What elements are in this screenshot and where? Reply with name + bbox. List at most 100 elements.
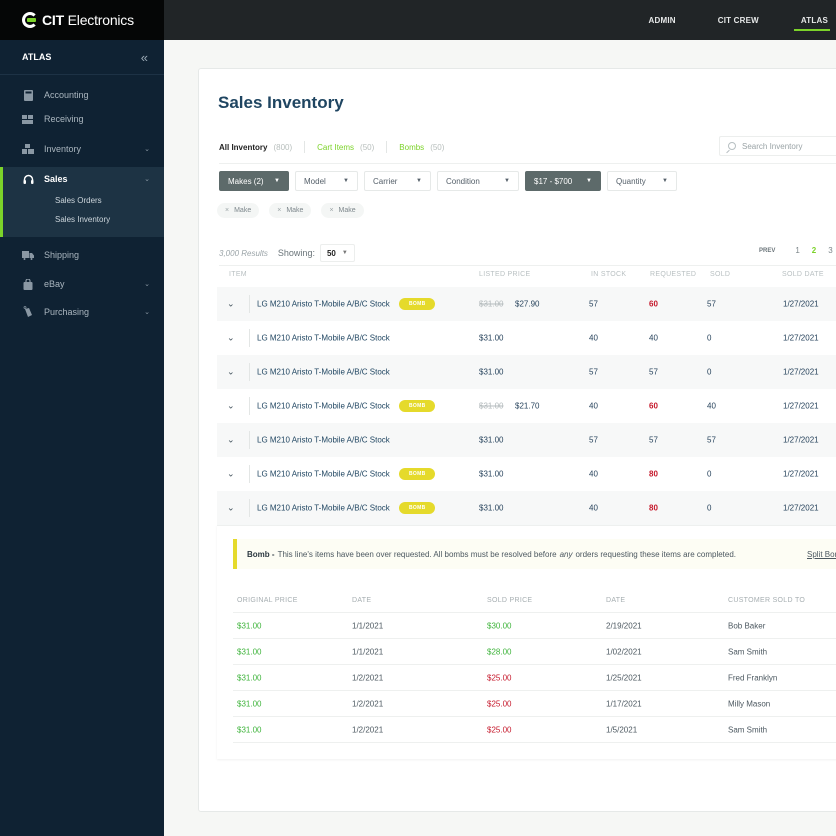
chevron-down-icon[interactable]: ⌄: [227, 503, 237, 514]
sold: 0: [707, 367, 712, 377]
chip-label: Make: [338, 207, 356, 214]
requested: 80: [649, 503, 658, 513]
table-row[interactable]: ⌄ LG M210 Aristo T-Mobile A/B/C Stock BOMB…: [217, 389, 836, 423]
sold-date: 1/27/2021: [783, 333, 819, 343]
detail-row: $31.00 1/1/2021 $30.00 2/19/2021 Bob Baker: [233, 613, 836, 639]
remove-chip-icon[interactable]: ×: [329, 207, 333, 214]
filter-chip[interactable]: × Make: [269, 203, 312, 218]
filter-model[interactable]: Model ▼: [295, 171, 358, 191]
caret-down-icon: ▼: [586, 178, 592, 184]
item-name[interactable]: LG M210 Aristo T-Mobile A/B/C Stock: [257, 368, 390, 377]
requested: 57: [649, 435, 658, 445]
chevron-down-icon[interactable]: ⌄: [227, 367, 237, 378]
bomb-badge: BOMB: [399, 502, 436, 514]
per-page-value: 50: [326, 248, 336, 258]
filter-carrier[interactable]: Carrier ▼: [364, 171, 431, 191]
filter-quantity[interactable]: Quantity ▼: [607, 171, 677, 191]
sidebar-item-purchasing[interactable]: Purchasing ⌄: [0, 300, 164, 324]
item-name[interactable]: LG M210 Aristo T-Mobile A/B/C Stock: [257, 300, 390, 309]
prev-page-button[interactable]: PREV: [759, 248, 775, 254]
sidebar-item-label: Shipping: [44, 250, 80, 260]
page-3-button[interactable]: 3: [828, 246, 832, 255]
chevron-down-icon: ⌄: [144, 176, 150, 183]
customer: Sam Smith: [728, 647, 768, 656]
listed-price: $31.00: [479, 435, 504, 445]
topnav-admin[interactable]: ADMIN: [628, 0, 697, 40]
sold: 0: [707, 333, 712, 343]
sidebar-subitem-sales-inventory[interactable]: Sales Inventory: [3, 210, 164, 229]
in-stock: 40: [589, 333, 598, 343]
results-bar: 3,000 Results Showing: 50 ▼: [219, 244, 355, 262]
search-inventory-input[interactable]: Search Inventory: [719, 136, 836, 156]
item-name[interactable]: LG M210 Aristo T-Mobile A/B/C Stock: [257, 436, 390, 445]
chevron-down-icon[interactable]: ⌄: [227, 299, 237, 310]
sidebar-item-accounting[interactable]: Accounting: [0, 83, 164, 107]
topnav-cit-crew[interactable]: CIT CREW: [697, 0, 780, 40]
listed-price: $21.70: [515, 401, 540, 411]
table-row[interactable]: ⌄ LG M210 Aristo T-Mobile A/B/C Stock $31.…: [217, 321, 836, 355]
item-name[interactable]: LG M210 Aristo T-Mobile A/B/C Stock: [257, 334, 390, 343]
customer: Sam Smith: [728, 725, 768, 734]
table-row[interactable]: ⌄ LG M210 Aristo T-Mobile A/B/C Stock $31.…: [217, 355, 836, 389]
warehouse-icon: [22, 143, 34, 155]
page-1-button[interactable]: 1: [795, 246, 799, 255]
split-bomb-link[interactable]: Split Bomb: [807, 550, 836, 559]
results-count: 3,000 Results: [219, 248, 268, 258]
listed-price: $31.00: [479, 503, 504, 513]
page-2-button[interactable]: 2: [812, 246, 816, 255]
item-name[interactable]: LG M210 Aristo T-Mobile A/B/C Stock: [257, 470, 390, 479]
table-row[interactable]: ⌄ LG M210 Aristo T-Mobile A/B/C Stock $31.…: [217, 423, 836, 457]
sidebar-item-inventory[interactable]: Inventory ⌄: [0, 137, 164, 161]
tab-count: (50): [430, 142, 445, 152]
remove-chip-icon[interactable]: ×: [225, 207, 229, 214]
in-stock: 40: [589, 401, 598, 411]
sold-date: 1/27/2021: [783, 299, 819, 309]
detail-row: $31.00 1/1/2021 $28.00 1/02/2021 Sam Smith: [233, 639, 836, 665]
chevron-down-icon[interactable]: ⌄: [227, 401, 237, 412]
collapse-sidebar-icon[interactable]: «: [141, 51, 148, 64]
column-header-in-stock: IN STOCK: [591, 271, 627, 278]
filter-chip[interactable]: × Make: [321, 203, 364, 218]
sold-date: 2/19/2021: [606, 621, 642, 630]
sold-price: $25.00: [487, 725, 512, 734]
chevron-down-icon[interactable]: ⌄: [227, 333, 237, 344]
calculator-icon: [22, 89, 34, 101]
filter-price-range[interactable]: $17 - $700 ▼: [525, 171, 601, 191]
remove-chip-icon[interactable]: ×: [277, 207, 281, 214]
filter-makes[interactable]: Makes (2) ▼: [219, 171, 289, 191]
tab-cart-items[interactable]: Cart Items (50): [317, 141, 388, 153]
filter-chip[interactable]: × Make: [217, 203, 260, 218]
tab-all-inventory[interactable]: All Inventory (800): [219, 141, 306, 153]
sidebar-item-sales[interactable]: Sales ⌄: [3, 167, 164, 191]
filter-label: $17 - $700: [534, 176, 573, 186]
active-filter-chips: × Make × Make × Make: [217, 203, 364, 218]
filter-condition[interactable]: Condition ▼: [437, 171, 519, 191]
sidebar-item-receiving[interactable]: Receiving: [0, 107, 164, 131]
table-row[interactable]: ⌄ LG M210 Aristo T-Mobile A/B/C Stock BOMB…: [217, 287, 836, 321]
detail-row: $31.00 1/2/2021 $25.00 1/25/2021 Fred Frankl…: [233, 665, 836, 691]
chevron-down-icon[interactable]: ⌄: [227, 435, 237, 446]
bomb-badge: BOMB: [399, 468, 436, 480]
divider: [249, 363, 250, 381]
tab-bombs[interactable]: Bombs (50): [399, 141, 456, 153]
sidebar-item-label: Purchasing: [44, 307, 90, 317]
top-nav: ADMIN CIT CREW ATLAS: [628, 0, 836, 40]
tab-label: All Inventory: [219, 142, 268, 152]
chevron-down-icon[interactable]: ⌄: [227, 469, 237, 480]
sidebar-item-shipping[interactable]: Shipping: [0, 243, 164, 267]
item-name[interactable]: LG M210 Aristo T-Mobile A/B/C Stock: [257, 402, 390, 411]
sidebar-item-ebay[interactable]: eBay ⌄: [0, 272, 164, 296]
item-name[interactable]: LG M210 Aristo T-Mobile A/B/C Stock: [257, 504, 390, 513]
table-row[interactable]: ⌄ LG M210 Aristo T-Mobile A/B/C Stock BOMB…: [217, 491, 836, 525]
brand[interactable]: CIT Electronics: [0, 0, 164, 40]
bomb-alert: Bomb - This line's items have been over …: [233, 539, 836, 569]
topnav-atlas[interactable]: ATLAS: [780, 0, 836, 40]
table-row[interactable]: ⌄ LG M210 Aristo T-Mobile A/B/C Stock BOMB…: [217, 457, 836, 491]
detail-table-header: ORIGINAL PRICE DATE SOLD PRICE DATE CUST…: [233, 593, 836, 613]
requested: 57: [649, 367, 658, 377]
sidebar-subitem-sales-orders[interactable]: Sales Orders: [3, 191, 164, 210]
column-header-sold: SOLD: [710, 271, 731, 278]
caret-down-icon: ▼: [662, 178, 668, 184]
per-page-select[interactable]: 50 ▼: [319, 244, 355, 262]
caret-down-icon: ▼: [274, 178, 280, 184]
